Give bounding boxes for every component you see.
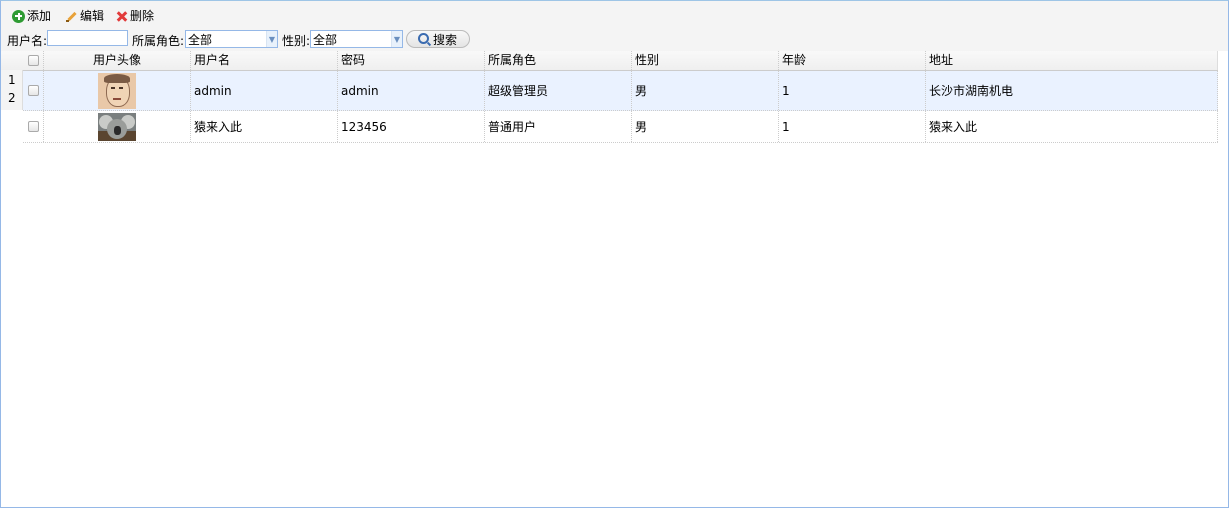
user-management-panel: 添加 编辑 删除 用户名: 所属角色: 全部 ▼ 性别: 全部 ▼ 搜索 用户头…: [0, 0, 1229, 508]
search-icon: [417, 32, 429, 44]
role-select[interactable]: 全部 ▼: [185, 30, 278, 48]
select-all-checkbox[interactable]: [23, 51, 44, 70]
col-header-gender[interactable]: 性别: [632, 51, 779, 70]
role-cell: 超级管理员: [485, 71, 632, 110]
role-label: 所属角色:: [132, 34, 185, 48]
table-row[interactable]: admin admin 超级管理员 男 1 长沙市湖南机电: [23, 71, 1218, 111]
delete-button[interactable]: 删除: [116, 7, 154, 25]
edit-pencil-icon: [65, 10, 78, 23]
age-cell: 1: [779, 71, 926, 110]
chevron-down-icon[interactable]: ▼: [266, 31, 277, 47]
search-button-label: 搜索: [432, 32, 457, 47]
username-label: 用户名:: [7, 34, 48, 48]
toolbar: 添加 编辑 删除 用户名: 所属角色: 全部 ▼ 性别: 全部 ▼ 搜索: [1, 1, 1228, 51]
role-select-value: 全部: [188, 32, 213, 47]
row-checkbox[interactable]: [23, 71, 44, 110]
avatar-cell: [44, 111, 191, 142]
search-button[interactable]: 搜索: [406, 30, 470, 48]
col-header-avatar[interactable]: 用户头像: [44, 51, 191, 70]
chevron-down-icon[interactable]: ▼: [391, 31, 402, 47]
delete-x-icon: [116, 10, 128, 22]
avatar: [98, 72, 136, 109]
rownumber-header: [1, 51, 23, 71]
table-row[interactable]: 猿来入此 123456 普通用户 男 1 猿来入此: [23, 111, 1218, 143]
col-header-username[interactable]: 用户名: [191, 51, 338, 70]
username-cell: admin: [191, 71, 338, 110]
delete-button-label: 删除: [130, 9, 155, 23]
edit-button[interactable]: 编辑: [65, 7, 104, 25]
username-input[interactable]: [47, 30, 128, 46]
row-number: 2: [8, 91, 16, 105]
gender-cell: 男: [632, 111, 779, 142]
add-button[interactable]: 添加: [12, 7, 51, 25]
gender-select[interactable]: 全部 ▼: [310, 30, 403, 48]
username-cell: 猿来入此: [191, 111, 338, 142]
col-header-role[interactable]: 所属角色: [485, 51, 632, 70]
age-cell: 1: [779, 111, 926, 142]
gender-cell: 男: [632, 71, 779, 110]
role-cell: 普通用户: [485, 111, 632, 142]
rownumber-column: 1 2: [1, 70, 23, 110]
grid-header: 用户头像 用户名 密码 所属角色 性别 年龄 地址: [23, 51, 1218, 71]
row-number: 1: [8, 73, 16, 87]
add-icon: [12, 9, 25, 23]
col-header-age[interactable]: 年龄: [779, 51, 926, 70]
address-cell: 长沙市湖南机电: [926, 71, 1218, 110]
password-cell: admin: [338, 71, 485, 110]
col-header-password[interactable]: 密码: [338, 51, 485, 70]
col-header-address[interactable]: 地址: [926, 51, 1218, 70]
address-cell: 猿来入此: [926, 111, 1218, 142]
avatar-cell: [44, 71, 191, 110]
gender-select-value: 全部: [313, 32, 338, 47]
password-cell: 123456: [338, 111, 485, 142]
row-checkbox[interactable]: [23, 111, 44, 142]
edit-button-label: 编辑: [80, 9, 105, 23]
avatar: [98, 112, 136, 141]
add-button-label: 添加: [27, 9, 52, 23]
gender-label: 性别:: [282, 34, 311, 48]
